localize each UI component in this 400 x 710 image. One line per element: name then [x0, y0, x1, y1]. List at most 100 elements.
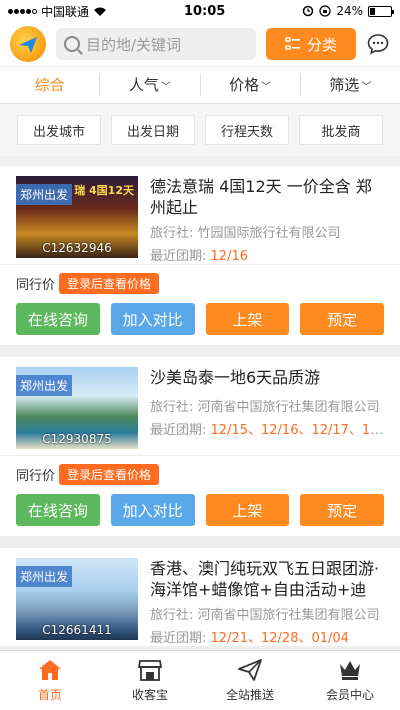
product-actions: 同行价 登录后查看价格 在线咨询 加入对比 上架 预定 [0, 455, 400, 536]
product-summary[interactable]: 郑州出发 C12661411 香港、澳门纯玩双飞五日跟团游·海洋馆+蜡像馆+自由… [0, 548, 400, 646]
recent-dates-row: 最近团期: 12/16 [150, 245, 384, 264]
product-card[interactable]: 郑州出发 C12661411 香港、澳门纯玩双飞五日跟团游·海洋馆+蜡像馆+自由… [0, 548, 400, 646]
plane-icon [19, 37, 37, 53]
category-label: 分类 [306, 35, 337, 54]
status-right: 24% [302, 4, 394, 18]
sort-tab-filter[interactable]: 筛选 ﹀ [301, 74, 400, 96]
tab-push[interactable]: 全站推送 [200, 651, 300, 710]
message-icon[interactable] [366, 32, 390, 56]
agency-row: 旅行社: 竹园国际旅行社有限公司 [150, 222, 384, 241]
agency-name: 竹园国际旅行社有限公司 [197, 226, 341, 241]
thumbnail-banner: 瑞 4国12天 [74, 184, 134, 197]
alarm-icon [303, 5, 314, 17]
product-code: C12930875 [42, 432, 112, 446]
book-button[interactable]: 预定 [300, 494, 384, 526]
sort-tab-default[interactable]: 综合 [0, 74, 101, 96]
app-logo[interactable] [10, 26, 46, 62]
chevron-down-icon: ﹀ [261, 82, 272, 93]
filter-trip-days[interactable]: 行程天数 [205, 115, 289, 145]
recent-label: 最近团期: [150, 423, 207, 438]
status-time: 10:05 [183, 3, 226, 19]
search-icon [64, 36, 80, 52]
price-row: 同行价 登录后查看价格 [16, 271, 384, 295]
product-thumbnail[interactable]: 郑州出发 C12661411 [16, 558, 138, 640]
product-thumbnail[interactable]: 郑州出发 C12930875 [16, 367, 138, 449]
agency-name: 河南省中国旅行社集团有限公司 [197, 400, 380, 415]
sort-tab-price[interactable]: 价格 ﹀ [201, 74, 301, 96]
recent-dates-row: 最近团期: 12/21、12/28、01/04 [150, 627, 384, 646]
sort-tab-popularity[interactable]: 人气 ﹀ [100, 74, 201, 96]
consult-button[interactable]: 在线咨询 [16, 303, 100, 335]
tab-label: 会员中心 [325, 688, 374, 702]
product-summary[interactable]: 郑州出发 C12930875 沙美岛泰一地6天品质游 旅行社: 河南省中国旅行社… [0, 357, 400, 455]
consult-button[interactable]: 在线咨询 [16, 494, 100, 526]
product-info: 德法意瑞 4国12天 一价全含 郑州起止 旅行社: 竹园国际旅行社有限公司 最近… [150, 176, 384, 264]
login-price-button[interactable]: 登录后查看价格 [59, 272, 160, 294]
price-row: 同行价 登录后查看价格 [16, 462, 384, 486]
product-title[interactable]: 沙美岛泰一地6天品质游 [150, 367, 384, 388]
status-bar: 中国联通 10:05 24% [0, 0, 400, 22]
battery-percent: 24% [336, 4, 363, 18]
wifi-icon [94, 7, 107, 16]
carrier-label: 中国联通 [41, 4, 90, 19]
chevron-down-icon: ﹀ [361, 82, 372, 93]
tab-member[interactable]: 会员中心 [300, 651, 400, 710]
sort-bar: 综合 人气 ﹀ 价格 ﹀ 筛选 ﹀ [0, 66, 400, 104]
battery-level [369, 7, 375, 15]
product-list[interactable]: 瑞 4国12天 郑州出发 C12632946 德法意瑞 4国12天 一价全含 郑… [0, 158, 400, 650]
list-icon [285, 37, 300, 50]
book-button[interactable]: 预定 [300, 303, 384, 335]
product-summary[interactable]: 瑞 4国12天 郑州出发 C12632946 德法意瑞 4国12天 一价全含 郑… [0, 166, 400, 264]
price-label: 同行价 [16, 468, 56, 484]
search-placeholder: 目的地/关键词 [86, 35, 182, 54]
product-actions: 同行价 登录后查看价格 在线咨询 加入对比 上架 预定 [0, 264, 400, 345]
chevron-down-icon: ﹀ [160, 82, 171, 93]
origin-badge: 郑州出发 [16, 375, 73, 396]
category-button[interactable]: 分类 [266, 28, 356, 60]
list-on-shelf-button[interactable]: 上架 [205, 303, 290, 335]
filter-departure-city[interactable]: 出发城市 [17, 115, 101, 145]
compare-button[interactable]: 加入对比 [110, 494, 195, 526]
recent-dates: 12/15、12/16、12/17、12/… [210, 423, 384, 438]
product-thumbnail[interactable]: 瑞 4国12天 郑州出发 C12632946 [16, 176, 138, 258]
send-icon [238, 659, 262, 681]
product-card[interactable]: 瑞 4国12天 郑州出发 C12632946 德法意瑞 4国12天 一价全含 郑… [0, 166, 400, 345]
signal-icon [8, 8, 37, 14]
crown-icon [340, 661, 360, 680]
agency-label: 旅行社: [150, 226, 194, 241]
bottom-tab-bar: 首页 收客宝 全站推送 会员中心 [0, 650, 400, 710]
agency-row: 旅行社: 河南省中国旅行社集团有限公司 [150, 396, 384, 415]
battery-icon [367, 5, 394, 17]
recent-dates: 12/16 [210, 249, 248, 264]
store-icon [137, 660, 163, 681]
product-code: C12632946 [42, 241, 112, 255]
product-card[interactable]: 郑州出发 C12930875 沙美岛泰一地6天品质游 旅行社: 河南省中国旅行社… [0, 357, 400, 536]
home-icon [39, 660, 61, 680]
search-input[interactable]: 目的地/关键词 [56, 28, 256, 60]
list-on-shelf-button[interactable]: 上架 [205, 494, 290, 526]
agency-name: 河南省中国旅行社集团有限公司 [197, 608, 380, 623]
rotation-lock-icon [319, 5, 331, 17]
compare-button[interactable]: 加入对比 [110, 303, 195, 335]
login-price-button[interactable]: 登录后查看价格 [59, 463, 160, 485]
product-title[interactable]: 德法意瑞 4国12天 一价全含 郑州起止 [150, 176, 384, 218]
top-header: 目的地/关键词 分类 [0, 22, 400, 66]
product-info: 沙美岛泰一地6天品质游 旅行社: 河南省中国旅行社集团有限公司 最近团期: 12… [150, 367, 384, 447]
product-info: 香港、澳门纯玩双飞五日跟团游·海洋馆+蜡像馆+自由活动+迪斯… 旅行社: 河南省… [150, 558, 384, 646]
product-title[interactable]: 香港、澳门纯玩双飞五日跟团游·海洋馆+蜡像馆+自由活动+迪斯… [150, 558, 384, 600]
product-code: C12661411 [42, 623, 112, 637]
tab-store[interactable]: 收客宝 [100, 651, 200, 710]
sort-label: 综合 [34, 76, 65, 94]
agency-row: 旅行社: 河南省中国旅行社集团有限公司 [150, 604, 384, 623]
tab-label: 首页 [37, 688, 62, 702]
filter-wholesaler[interactable]: 批发商 [299, 115, 383, 145]
agency-label: 旅行社: [150, 608, 194, 623]
price-label: 同行价 [16, 277, 56, 293]
tab-home[interactable]: 首页 [0, 651, 100, 710]
sort-label: 价格 [229, 76, 260, 94]
filter-departure-date[interactable]: 出发日期 [111, 115, 195, 145]
recent-dates: 12/21、12/28、01/04 [210, 631, 349, 646]
recent-dates-row: 最近团期: 12/15、12/16、12/17、12/… [150, 419, 384, 438]
origin-badge: 郑州出发 [16, 566, 73, 587]
tab-label: 全站推送 [225, 688, 274, 702]
